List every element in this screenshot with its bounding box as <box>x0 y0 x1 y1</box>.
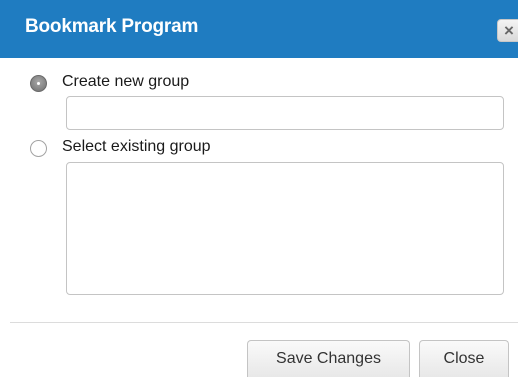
create-new-group-radio[interactable] <box>30 75 47 92</box>
close-button[interactable]: Close <box>419 340 509 377</box>
dialog-close-button[interactable]: × <box>497 19 518 42</box>
create-new-group-label: Create new group <box>62 73 190 90</box>
footer-divider <box>10 322 518 323</box>
new-group-name-input[interactable] <box>66 96 504 130</box>
dialog-title-bar: Bookmark Program × <box>0 0 518 58</box>
save-changes-button[interactable]: Save Changes <box>247 340 410 377</box>
select-existing-group-radio[interactable] <box>30 140 47 157</box>
close-icon: × <box>504 21 514 40</box>
dialog-title: Bookmark Program <box>25 16 199 37</box>
bookmark-program-dialog: Bookmark Program × Create new group Sele… <box>0 0 518 377</box>
select-existing-group-label: Select existing group <box>62 138 211 155</box>
radio-selected-dot <box>37 82 40 85</box>
existing-groups-list[interactable] <box>66 162 504 295</box>
